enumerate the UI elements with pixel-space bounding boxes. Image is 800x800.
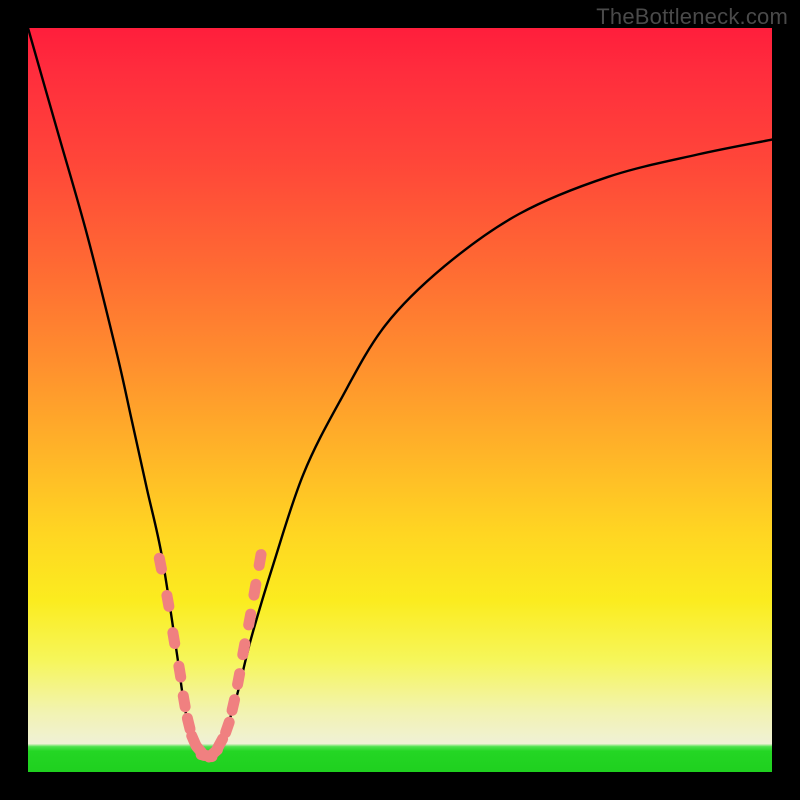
watermark-text: TheBottleneck.com [596,4,788,30]
highlight-marker [253,548,268,572]
highlight-markers [153,548,268,765]
highlight-marker [167,626,182,650]
bottleneck-curve [28,28,772,757]
highlight-marker [225,693,241,717]
highlight-marker [153,552,168,576]
highlight-marker [236,637,251,661]
plot-area [28,28,772,772]
highlight-marker [219,715,237,739]
highlight-marker [248,578,263,602]
highlight-marker [177,690,192,714]
chart-frame: TheBottleneck.com [0,0,800,800]
highlight-marker [231,667,246,691]
highlight-marker [161,589,176,613]
highlight-marker [173,660,187,684]
curve-svg [28,28,772,772]
